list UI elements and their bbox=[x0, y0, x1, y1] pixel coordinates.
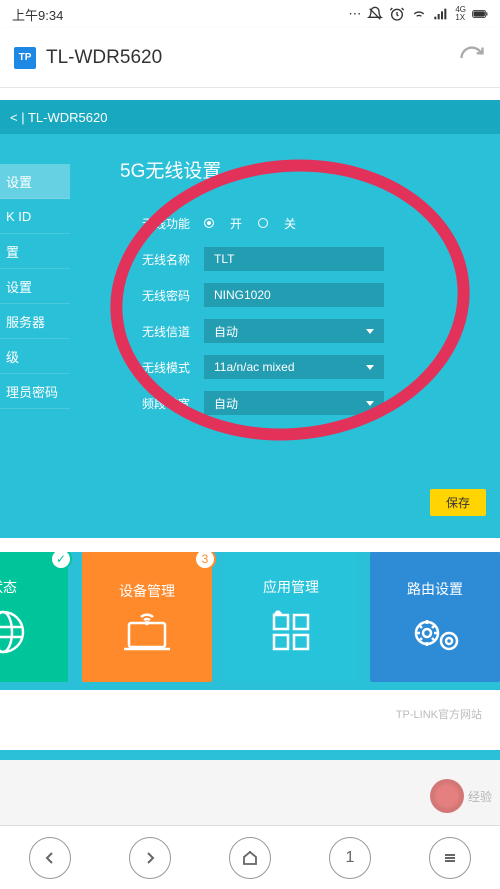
chevron-left-icon bbox=[42, 850, 58, 866]
sidebar-item-3[interactable]: 设置 bbox=[0, 269, 70, 304]
sidebar-item-2[interactable]: 置 bbox=[0, 234, 70, 269]
reload-icon[interactable] bbox=[458, 44, 486, 72]
save-button[interactable]: 保存 bbox=[430, 489, 486, 516]
more-icon: ⋯ bbox=[348, 6, 361, 22]
signal-icon bbox=[433, 6, 449, 22]
sidebar-item-6[interactable]: 理员密码 bbox=[0, 374, 70, 409]
pwd-input[interactable] bbox=[204, 283, 384, 307]
sidebar-item-1[interactable]: K ID bbox=[0, 199, 70, 234]
tile-device-mgmt[interactable]: 3 设备管理 bbox=[82, 552, 212, 682]
nav-menu-button[interactable] bbox=[429, 837, 471, 879]
breadcrumb[interactable]: < | TL-WDR5620 bbox=[0, 100, 500, 134]
tile-label: 设备管理 bbox=[119, 581, 175, 601]
check-icon: ✓ bbox=[50, 552, 72, 570]
status-indicators: ⋯ 4G1X bbox=[348, 6, 488, 22]
tiles-row: ✓ 状态 3 设备管理 应用管理 路由设置 bbox=[0, 552, 500, 690]
row-password: 无线密码 bbox=[120, 283, 490, 307]
sidebar-item-4[interactable]: 服务器 bbox=[0, 304, 70, 339]
radio-on[interactable] bbox=[204, 218, 214, 228]
address-bar[interactable]: TP TL-WDR5620 bbox=[0, 28, 500, 88]
mode-select[interactable]: 11a/n/ac mixed bbox=[204, 355, 384, 379]
row-ssid: 无线名称 bbox=[120, 247, 490, 271]
chevron-right-icon bbox=[142, 850, 158, 866]
watermark-logo-icon bbox=[430, 779, 464, 813]
tile-label: 应用管理 bbox=[263, 577, 319, 597]
bw-label: 频段带宽 bbox=[120, 395, 204, 412]
menu-icon bbox=[442, 850, 458, 866]
router-admin-page: < | TL-WDR5620 设置 K ID 置 设置 服务器 级 理员密码 5… bbox=[0, 100, 500, 760]
wireless-enable-label: 无线功能 bbox=[120, 215, 204, 232]
tile-status[interactable]: ✓ 状态 bbox=[0, 552, 68, 682]
nav-tabs-button[interactable]: 1 bbox=[329, 837, 371, 879]
alarm-icon bbox=[389, 6, 405, 22]
wifi-icon bbox=[411, 6, 427, 22]
network-label: 4G1X bbox=[455, 6, 466, 22]
globe-icon bbox=[0, 607, 28, 657]
chevron-down-icon bbox=[366, 401, 374, 406]
nav-home-button[interactable] bbox=[229, 837, 271, 879]
count-badge: 3 bbox=[194, 552, 216, 570]
sidebar-item-5[interactable]: 级 bbox=[0, 339, 70, 374]
nav-forward-button[interactable] bbox=[129, 837, 171, 879]
row-bandwidth: 频段带宽 自动 bbox=[120, 391, 490, 415]
bell-muted-icon bbox=[367, 6, 383, 22]
chevron-down-icon bbox=[366, 329, 374, 334]
ssid-label: 无线名称 bbox=[120, 251, 204, 268]
channel-select[interactable]: 自动 bbox=[204, 319, 384, 343]
baidu-watermark: 经验 bbox=[430, 779, 492, 813]
channel-label: 无线信道 bbox=[120, 323, 204, 340]
apps-grid-icon bbox=[266, 607, 316, 657]
site-badge: TP bbox=[14, 47, 36, 69]
row-channel: 无线信道 自动 bbox=[120, 319, 490, 343]
tile-router-settings[interactable]: 路由设置 bbox=[370, 552, 500, 682]
status-time: 上午9:34 bbox=[12, 5, 63, 24]
wireless-5g-panel: 5G无线设置 无线功能 开 关 无线名称 无线密码 无线信道 自动 bbox=[70, 134, 500, 468]
tile-label: 路由设置 bbox=[407, 579, 463, 599]
address-text: TL-WDR5620 bbox=[46, 47, 448, 69]
home-icon bbox=[241, 849, 259, 867]
chevron-down-icon bbox=[366, 365, 374, 370]
browser-bottom-nav: 1 bbox=[0, 825, 500, 889]
pwd-label: 无线密码 bbox=[120, 287, 204, 304]
sidebar: 设置 K ID 置 设置 服务器 级 理员密码 bbox=[0, 134, 70, 468]
nav-back-button[interactable] bbox=[29, 837, 71, 879]
status-bar: 上午9:34 ⋯ 4G1X bbox=[0, 0, 500, 28]
row-wireless-enable: 无线功能 开 关 bbox=[120, 211, 490, 235]
gears-icon bbox=[407, 609, 463, 655]
bw-select[interactable]: 自动 bbox=[204, 391, 384, 415]
panel-title: 5G无线设置 bbox=[120, 156, 490, 183]
radio-off[interactable] bbox=[258, 218, 268, 228]
row-mode: 无线模式 11a/n/ac mixed bbox=[120, 355, 490, 379]
mode-label: 无线模式 bbox=[120, 359, 204, 376]
tile-app-mgmt[interactable]: 应用管理 bbox=[226, 552, 356, 682]
sidebar-item-0[interactable]: 设置 bbox=[0, 164, 70, 199]
battery-icon bbox=[472, 6, 488, 22]
laptop-wifi-icon bbox=[119, 611, 175, 653]
ssid-input[interactable] bbox=[204, 247, 384, 271]
tile-label: 状态 bbox=[0, 577, 17, 597]
footer-link[interactable]: TP-LINK官方网站 bbox=[0, 690, 500, 750]
